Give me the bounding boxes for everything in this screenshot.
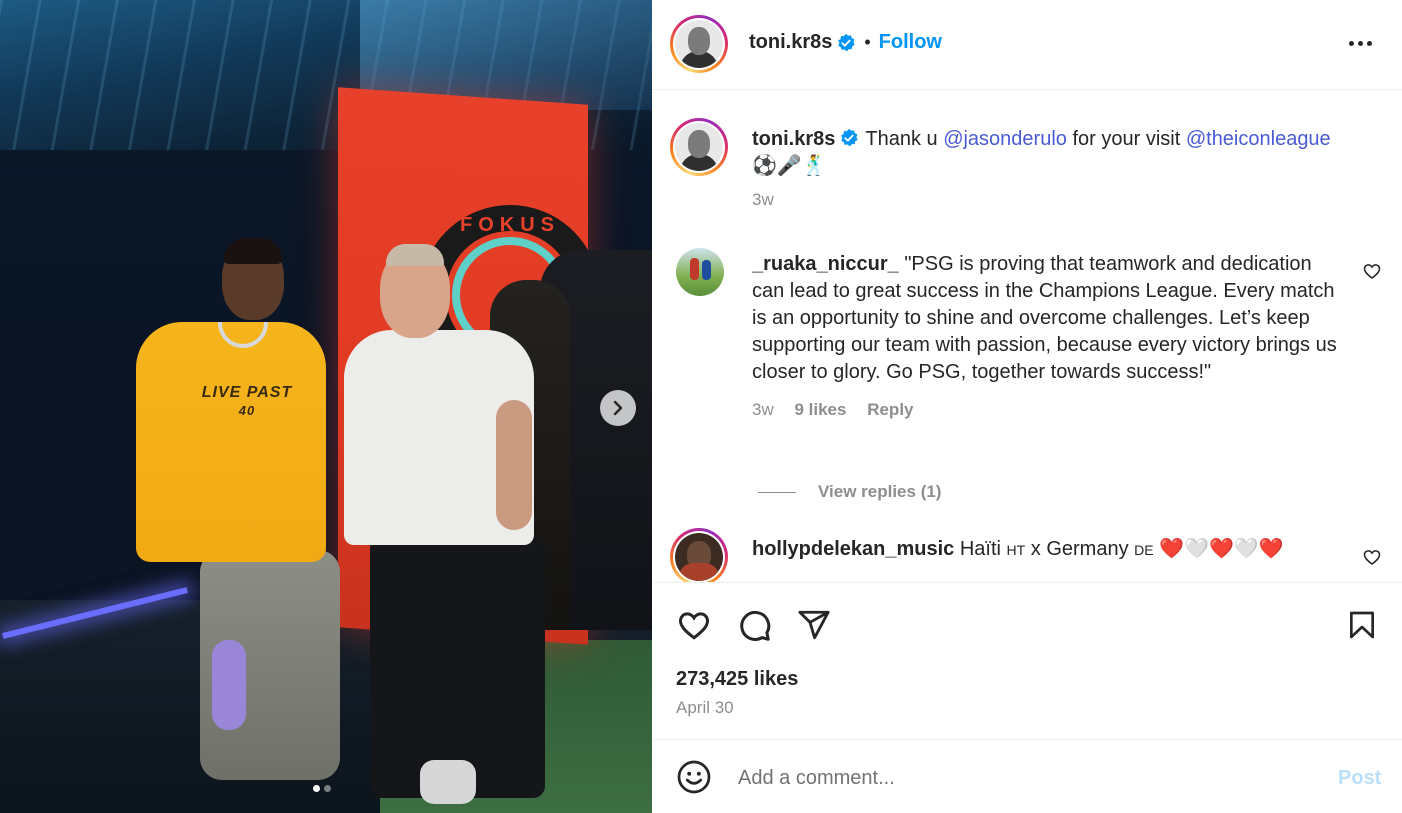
commenter-avatar[interactable] — [676, 248, 724, 296]
more-options-icon[interactable] — [1342, 30, 1378, 56]
image-person2-hair — [386, 244, 444, 266]
bookmark-icon — [1350, 611, 1374, 639]
image-person2-legs — [370, 536, 545, 798]
comments-list[interactable]: toni.kr8s Thank u @jasonderulo for your … — [652, 90, 1402, 582]
caption-text: Thank u — [865, 128, 944, 150]
caption-time[interactable]: 3w — [752, 190, 774, 209]
flag-code: DE — [1134, 542, 1154, 558]
comment-item: hollypdelekan_music Haïti HT x Germany D… — [752, 536, 1342, 564]
comment-likes[interactable]: 9 likes — [794, 400, 846, 419]
post-caption: toni.kr8s Thank u @jasonderulo for your … — [752, 126, 1342, 213]
carousel-dots — [313, 785, 331, 792]
add-comment-input[interactable] — [736, 759, 1300, 797]
comment-username[interactable]: _ruaka_niccur_ — [752, 253, 899, 275]
emoji-icon[interactable] — [676, 759, 712, 795]
save-button[interactable] — [1342, 605, 1382, 645]
post-comment-button[interactable]: Post — [1338, 767, 1381, 790]
flag-code: HT — [1006, 542, 1026, 558]
image-person1-shoe — [212, 640, 246, 730]
view-replies-button[interactable]: View replies (1) — [758, 482, 941, 502]
share-icon — [798, 610, 830, 640]
comment-like-heart-icon[interactable] — [1362, 547, 1382, 567]
mention-link[interactable]: @theiconleague — [1186, 128, 1331, 150]
image-person1-sweater — [136, 322, 326, 562]
comment-username[interactable]: hollypdelekan_music — [752, 538, 954, 560]
next-arrow-icon — [613, 400, 623, 416]
author-username[interactable]: toni.kr8s — [749, 31, 832, 54]
comment-button[interactable] — [734, 605, 774, 645]
share-button[interactable] — [794, 605, 834, 645]
caption-username[interactable]: toni.kr8s — [752, 128, 835, 150]
post-image[interactable]: FOKUS LIVE PAST 40 — [0, 0, 652, 813]
caption-text: for your visit — [1066, 128, 1186, 150]
comment-time[interactable]: 3w — [752, 400, 774, 419]
next-image-button[interactable] — [600, 390, 636, 426]
likes-count[interactable]: 273,425 likes — [676, 668, 798, 691]
verified-badge-icon — [841, 128, 858, 147]
view-replies-line — [758, 491, 796, 493]
image-person2-arm — [496, 400, 532, 530]
comment-item: _ruaka_niccur_ "PSG is proving that team… — [752, 251, 1342, 423]
heart-icon — [678, 612, 710, 640]
comment-like-heart-icon[interactable] — [1362, 261, 1382, 281]
commenter-avatar[interactable] — [670, 528, 728, 582]
post-date[interactable]: April 30 — [676, 698, 734, 718]
image-person1-hair — [224, 238, 282, 264]
verified-badge-icon — [838, 33, 855, 51]
follow-button[interactable]: Follow — [879, 31, 942, 54]
post-actions: 273,425 likes April 30 — [652, 582, 1402, 740]
like-button[interactable] — [674, 605, 714, 645]
carousel-dot-active — [313, 785, 320, 792]
comment-text: Haïti — [959, 538, 1007, 560]
add-comment-bar: Post — [652, 739, 1402, 813]
comment-text: x Germany — [1025, 538, 1135, 560]
caption-emojis: ⚽🎤🕺 — [752, 155, 827, 177]
reply-button[interactable]: Reply — [867, 400, 913, 419]
mention-link[interactable]: @jasonderulo — [943, 128, 1067, 150]
image-sign-text: FOKUS — [460, 214, 560, 236]
caption-avatar[interactable] — [670, 118, 728, 176]
header-separator: • — [864, 32, 871, 52]
comment-hearts: ❤️🤍❤️🤍❤️ — [1159, 538, 1284, 560]
comment-icon — [740, 611, 771, 641]
author-avatar[interactable] — [670, 15, 728, 73]
image-person2-shoe — [420, 760, 476, 804]
image-sweater-print: LIVE PAST 40 — [201, 384, 293, 418]
post-panel: toni.kr8s • Follow toni.kr8s Thank u @ja… — [652, 0, 1402, 813]
view-replies-label: View replies (1) — [818, 482, 942, 501]
carousel-dot — [324, 785, 331, 792]
post-header: toni.kr8s • Follow — [652, 0, 1402, 90]
